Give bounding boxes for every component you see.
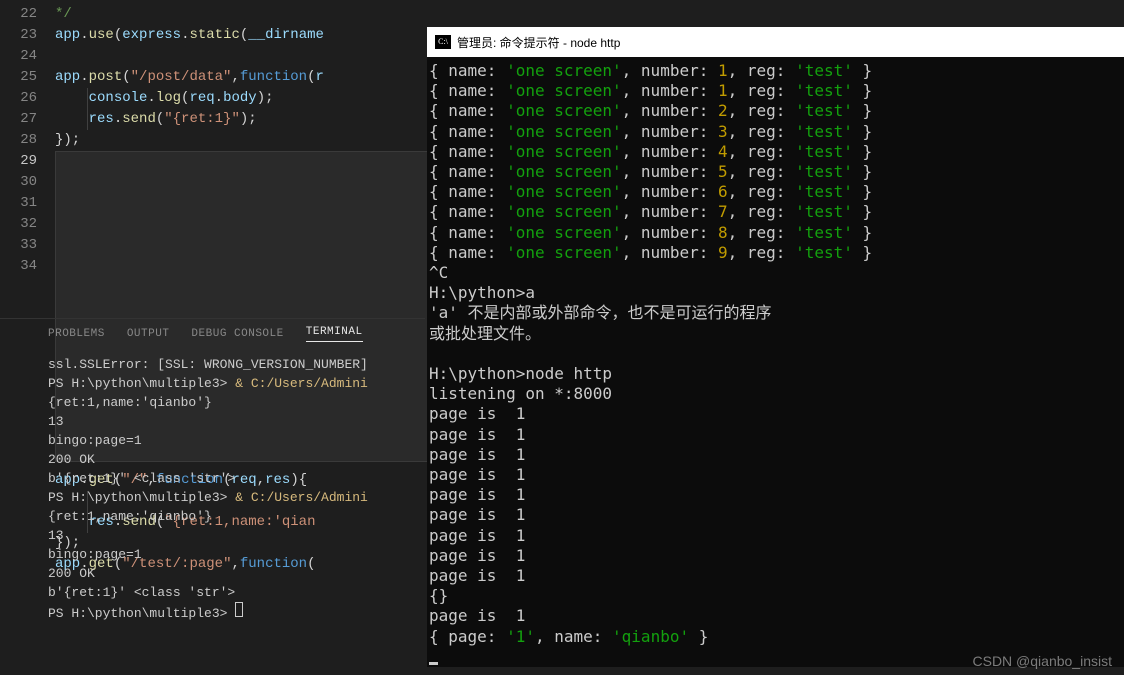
tab-terminal[interactable]: TERMINAL xyxy=(306,326,363,342)
cmd-titlebar[interactable]: C:\ 管理员: 命令提示符 - node http xyxy=(427,27,1124,57)
watermark: CSDN @qianbo_insist xyxy=(973,653,1113,669)
line-gutter: 22232425262728293031323334 xyxy=(0,0,55,315)
tab-output[interactable]: OUTPUT xyxy=(127,328,170,340)
tab-problems[interactable]: PROBLEMS xyxy=(48,328,105,340)
cmd-window[interactable]: C:\ 管理员: 命令提示符 - node http { name: 'one … xyxy=(427,27,1124,667)
cmd-body[interactable]: { name: 'one screen', number: 1, reg: 't… xyxy=(427,57,1124,671)
cmd-icon: C:\ xyxy=(435,35,451,49)
panel-tabs: PROBLEMS OUTPUT DEBUG CONSOLE TERMINAL xyxy=(0,318,425,348)
cmd-title: 管理员: 命令提示符 - node http xyxy=(457,34,620,51)
tab-debug-console[interactable]: DEBUG CONSOLE xyxy=(191,328,283,340)
terminal-output[interactable]: ssl.SSLError: [SSL: WRONG_VERSION_NUMBER… xyxy=(48,355,428,623)
